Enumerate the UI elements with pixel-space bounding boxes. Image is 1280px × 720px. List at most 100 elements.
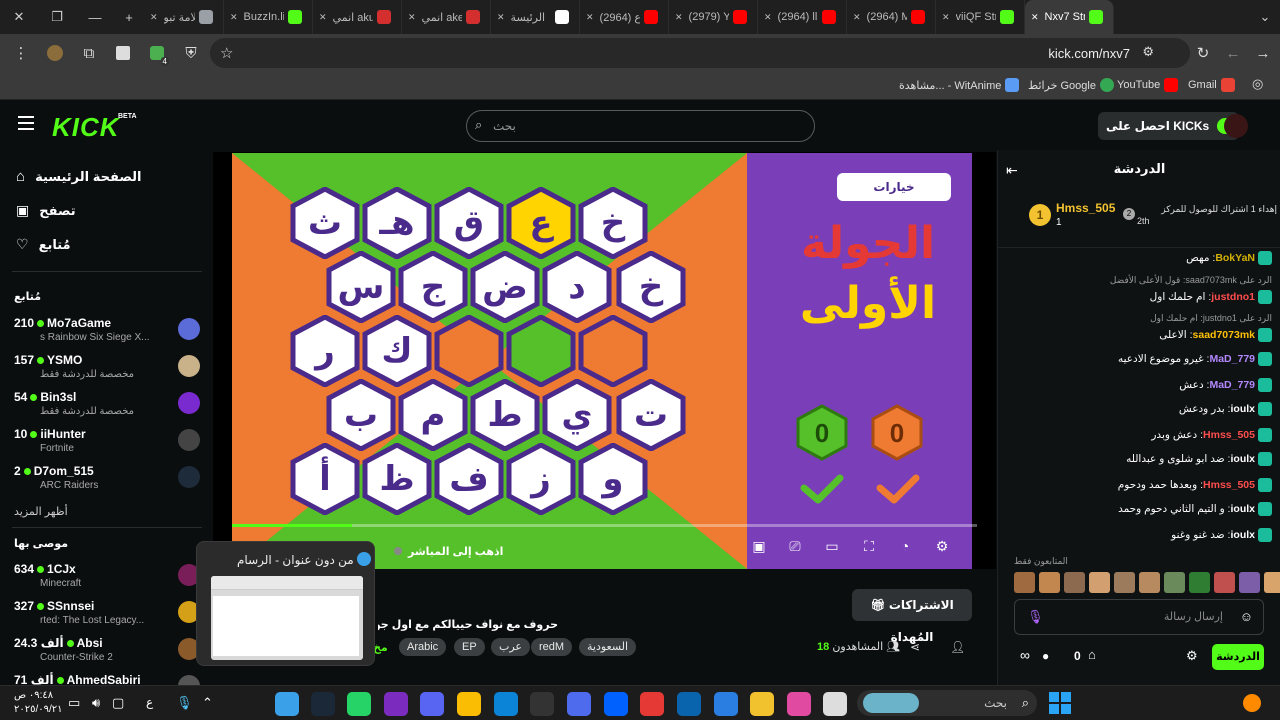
nav-following[interactable]: ♡ مُتابع [16, 236, 71, 253]
all-bookmarks-icon[interactable]: ◎ [1252, 76, 1263, 92]
epic-games-icon[interactable] [530, 692, 554, 716]
sidebar-channel[interactable]: 2 D7om_515 ARC Raiders [14, 462, 200, 498]
tray-overflow-icon[interactable]: ⌃ [202, 695, 213, 711]
bookmark-star-icon[interactable]: ☆ [220, 44, 233, 62]
browser-tab[interactable]: ✕ (2964) ع [580, 0, 669, 34]
chat-username[interactable]: ioulx [1230, 503, 1255, 515]
reload-icon[interactable]: ↻ [1186, 36, 1220, 70]
browser-tab[interactable]: ✕ انمي aku [313, 0, 402, 34]
mail-icon[interactable] [677, 692, 701, 716]
chatter-avatar[interactable] [1189, 572, 1210, 593]
minimize-window-button[interactable]: — [76, 0, 114, 34]
tag-chip[interactable]: السعودية [579, 638, 637, 656]
tag-chip[interactable]: عرب [491, 638, 530, 656]
volume-icon[interactable]: 🔊︎ [92, 695, 100, 711]
red-app-icon[interactable] [640, 692, 664, 716]
network-icon[interactable]: ▢ [112, 695, 124, 711]
chatter-avatar[interactable] [1139, 572, 1160, 593]
tag-chip[interactable]: Arabic [399, 638, 447, 656]
picture-in-picture-icon[interactable]: ▣ [750, 538, 768, 556]
steam-icon[interactable] [311, 692, 335, 716]
close-tab-icon[interactable]: ✕ [853, 12, 861, 23]
browser-tab[interactable]: ✕ علامة تبو [144, 0, 224, 34]
file-explorer-icon[interactable] [750, 692, 774, 716]
infinity-icon[interactable]: ∞ [1020, 647, 1030, 663]
discord-icon[interactable] [420, 692, 444, 716]
chat-settings-icon[interactable]: ⚙ [1186, 648, 1198, 664]
close-window-button[interactable]: ✕ [0, 0, 38, 34]
sidebar-channel[interactable]: 157 YSMO مخصصة للدردشة فقط [14, 351, 200, 387]
chatter-avatar[interactable] [1214, 572, 1235, 593]
bookmark-youtube[interactable]: YouTube [1117, 78, 1179, 92]
browser-tab[interactable]: ✕ Nxv7 Str [1025, 0, 1114, 34]
close-tab-icon[interactable]: ✕ [230, 12, 238, 23]
files-icon[interactable] [823, 692, 847, 716]
chat-reply-context[interactable]: الرد على saad7073mk: قول الأعلى الأفضل [1012, 274, 1272, 286]
close-tab-icon[interactable]: ✕ [1031, 12, 1039, 23]
sidebar-channel[interactable]: 210 Mo7aGame s Rainbow Six Siege X... [14, 314, 200, 350]
close-tab-icon[interactable]: ✕ [675, 12, 683, 23]
input-language-indicator[interactable]: ع [146, 695, 153, 709]
browser-tab[interactable]: ✕ (2979) Y [669, 0, 758, 34]
taskbar-search[interactable]: بحث ⌕ [857, 690, 1037, 716]
points-icon[interactable]: ● [1042, 649, 1049, 663]
widgets-icon[interactable] [1243, 694, 1261, 712]
phone-link-icon[interactable] [567, 692, 591, 716]
close-tab-icon[interactable]: ✕ [764, 12, 772, 23]
close-tab-icon[interactable]: ✕ [942, 12, 950, 23]
go-live-button[interactable]: اذهب إلى المباشر [408, 545, 503, 558]
chat-username[interactable]: Hmss_505 [1203, 429, 1255, 441]
chatter-avatar[interactable] [1014, 572, 1035, 593]
paint-window-thumbnail[interactable] [211, 576, 363, 660]
chatter-avatar[interactable] [1064, 572, 1085, 593]
chatter-avatar[interactable] [1114, 572, 1135, 593]
browser-tab[interactable]: ✕ (2964) ll [758, 0, 847, 34]
chat-message[interactable]: Hmss_505: وبعدها حمد ودحوم [1012, 478, 1272, 492]
shield-icon[interactable]: ⛨ [174, 36, 208, 70]
get-kicks-button[interactable]: احصل على KICKs [1098, 112, 1240, 140]
sidebar-channel[interactable]: 71 ألف AhmedSabiri [14, 671, 200, 685]
chat-message[interactable]: ioulx: ضد ابو شلوى و عبدالله [1012, 452, 1272, 466]
edge-icon[interactable] [275, 692, 299, 716]
restore-window-button[interactable]: ❐ [38, 0, 76, 34]
browser-tab[interactable]: ✕ الرئيسة [491, 0, 580, 34]
extension-icon-2[interactable]: 4 [140, 36, 174, 70]
close-tab-icon[interactable]: ✕ [497, 12, 505, 23]
chat-username[interactable]: BokYaN [1215, 252, 1255, 264]
chat-message[interactable]: justdno1: ام حلمك اول [1012, 290, 1272, 304]
options-button[interactable]: خيارات [837, 173, 951, 201]
cast-icon[interactable]: ⎚ [786, 538, 804, 556]
forward-icon[interactable]: ← [1216, 36, 1250, 70]
emoji-icon[interactable]: ☺ [1240, 609, 1253, 624]
chat-message[interactable]: saad7073mk: الاعلى [1012, 328, 1272, 342]
tab-search-chevron-icon[interactable]: ⌄ [1250, 0, 1280, 34]
clip-icon[interactable]: ◔ [896, 538, 914, 556]
settings-icon[interactable]: ⚙ [933, 538, 951, 556]
dropbox-icon[interactable] [604, 692, 628, 716]
hamburger-menu-icon[interactable] [18, 116, 34, 130]
extension-icon-1[interactable] [106, 36, 140, 70]
extensions-icon[interactable]: ⧉ [72, 36, 106, 70]
chat-send-button[interactable]: الدردشة [1212, 644, 1264, 670]
nav-home[interactable]: ⌂ الصفحة الرئيسية [16, 168, 141, 185]
gifted-subs-button[interactable]: 🎁︎ الاشتراكات المُهداة [852, 589, 972, 644]
chatter-avatar[interactable] [1089, 572, 1110, 593]
close-tab-icon[interactable]: ✕ [586, 12, 594, 23]
chatter-avatar[interactable] [1239, 572, 1260, 593]
microphone-tray-icon[interactable]: 🎙︎ [176, 695, 193, 711]
chat-username[interactable]: ioulx [1230, 453, 1255, 465]
chat-message[interactable]: MaD_779: غيرو موضوع الادعيه [1012, 352, 1272, 366]
video-player[interactable]: خ ع ق هـ ث خ د ض ج س ك ر ت ي ط م ب و ز ف ظ أ خيارات الجولة ال… [213, 152, 996, 569]
show-more-link[interactable]: أظهر المزيد [14, 505, 68, 518]
battery-icon[interactable]: ▭ [68, 695, 80, 711]
share-icon[interactable]: ⋖ [910, 640, 920, 654]
chat-message[interactable]: MaD_779: دعش [1012, 378, 1272, 392]
browser-tab[interactable]: ✕ BuzzIn.li [224, 0, 313, 34]
store-icon[interactable]: ⌂ [1088, 647, 1096, 662]
chat-message[interactable]: ioulx: و التيم الثاني دحوم وحمد [1012, 502, 1272, 516]
tag-chip[interactable]: EP [454, 638, 485, 656]
edge-browser-icon[interactable] [494, 692, 518, 716]
chat-username[interactable]: MaD_779 [1209, 353, 1255, 365]
chat-message[interactable]: ioulx: بدر ودعش [1012, 402, 1272, 416]
bookmark-gmail[interactable]: Gmail [1188, 78, 1235, 92]
